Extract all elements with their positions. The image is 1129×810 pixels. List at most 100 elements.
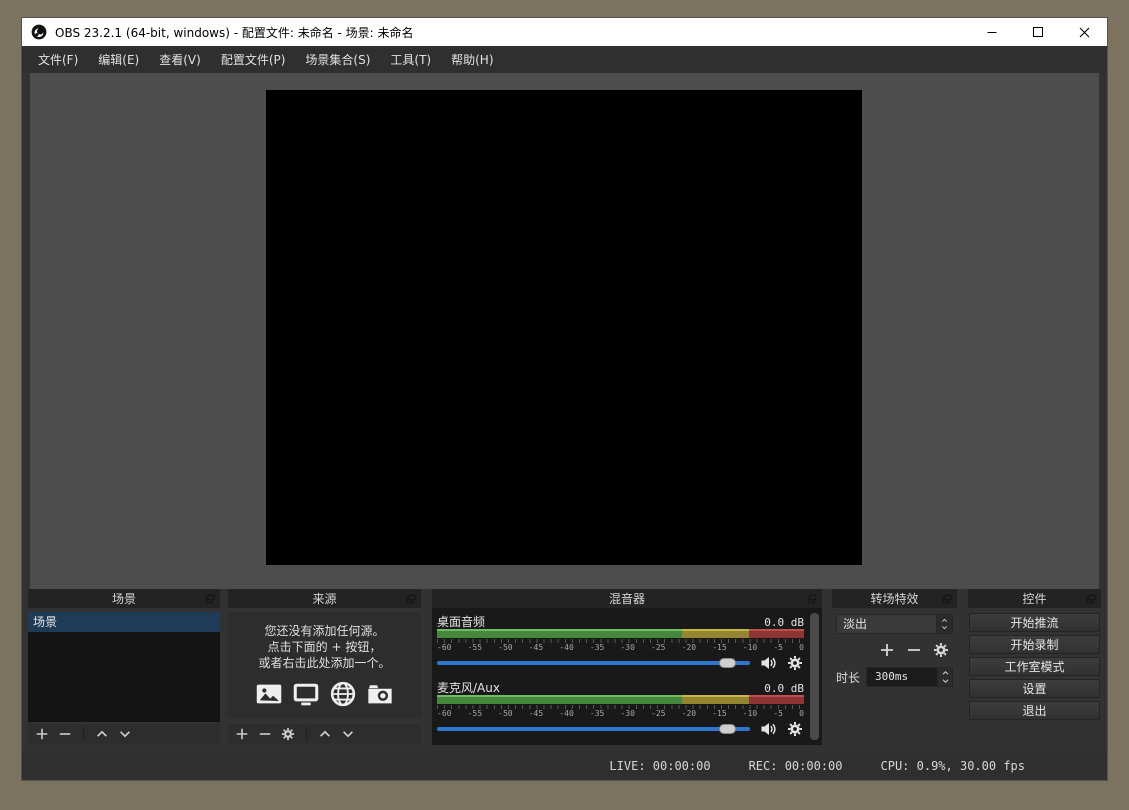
mute-toggle-button[interactable] bbox=[759, 654, 777, 672]
transition-properties-button[interactable] bbox=[933, 642, 949, 658]
move-scene-down-button[interactable] bbox=[117, 726, 133, 742]
tick-label: 0 bbox=[799, 709, 804, 718]
volume-slider[interactable] bbox=[437, 654, 750, 672]
start-recording-button[interactable]: 开始录制 bbox=[969, 635, 1100, 654]
mixer-body: 桌面音频 0.0 dB -60-55-50-45-40-35-30-25-20-… bbox=[432, 608, 822, 745]
tick-label: -35 bbox=[590, 709, 604, 718]
transitions-panel-header[interactable]: 转场特效 bbox=[832, 589, 957, 608]
audio-source-name: 桌面音频 bbox=[437, 613, 485, 630]
minimize-icon bbox=[986, 26, 998, 38]
sources-empty-line: 点击下面的 + 按钮， bbox=[268, 639, 382, 655]
move-scene-up-button[interactable] bbox=[94, 726, 110, 742]
slider-track bbox=[437, 727, 750, 731]
add-transition-button[interactable] bbox=[879, 642, 895, 658]
controls-panel-header[interactable]: 控件 bbox=[968, 589, 1101, 608]
duration-spinner[interactable] bbox=[938, 667, 953, 687]
float-panel-icon[interactable] bbox=[806, 593, 818, 605]
meter-red-segment bbox=[749, 695, 804, 704]
plus-icon bbox=[35, 727, 49, 741]
audio-settings-button[interactable] bbox=[786, 654, 804, 672]
chevron-up-icon bbox=[941, 669, 950, 677]
move-source-down-button[interactable] bbox=[340, 726, 356, 742]
audio-source-name: 麦克风/Aux bbox=[437, 679, 500, 696]
meter-red-segment bbox=[749, 629, 804, 638]
preview-canvas[interactable] bbox=[30, 73, 1099, 589]
float-panel-icon[interactable] bbox=[941, 593, 953, 605]
controls-panel-title: 控件 bbox=[1022, 590, 1046, 607]
mixer-panel-header[interactable]: 混音器 bbox=[432, 589, 822, 608]
mixer-channel-mic-aux: 麦克风/Aux 0.0 dB -60-55-50-45-40-35-30-25-… bbox=[437, 679, 804, 738]
menu-tools[interactable]: 工具(T) bbox=[380, 46, 441, 73]
status-bar: LIVE: 00:00:00 REC: 00:00:00 CPU: 0.9%, … bbox=[22, 753, 1107, 779]
tick-label: -5 bbox=[773, 709, 783, 718]
tick-label: -20 bbox=[682, 643, 696, 652]
rec-time: REC: 00:00:00 bbox=[749, 759, 843, 773]
title-bar: OBS 23.2.1 (64-bit, windows) - 配置文件: 未命名… bbox=[22, 18, 1107, 46]
maximize-button[interactable] bbox=[1015, 18, 1061, 46]
menu-help[interactable]: 帮助(H) bbox=[441, 46, 503, 73]
transition-select[interactable]: 淡出 bbox=[836, 614, 953, 634]
tick-label: -60 bbox=[437, 709, 451, 718]
float-panel-icon[interactable] bbox=[405, 593, 417, 605]
add-scene-button[interactable] bbox=[34, 726, 50, 742]
close-button[interactable] bbox=[1061, 18, 1107, 46]
scenes-panel-header[interactable]: 场景 bbox=[28, 589, 220, 608]
sources-panel-title: 来源 bbox=[312, 590, 336, 607]
float-panel-icon[interactable] bbox=[204, 593, 216, 605]
scene-list-item[interactable]: 场景 bbox=[28, 612, 220, 632]
remove-scene-button[interactable] bbox=[57, 726, 73, 742]
scene-list[interactable]: 场景 bbox=[28, 612, 220, 722]
speaker-icon bbox=[760, 721, 776, 737]
slider-track bbox=[437, 661, 750, 665]
tick-label: -25 bbox=[651, 709, 665, 718]
slider-handle[interactable] bbox=[719, 658, 736, 668]
menu-scene-collection[interactable]: 场景集合(S) bbox=[295, 46, 380, 73]
chevron-down-icon bbox=[118, 727, 132, 741]
obs-logo-icon bbox=[31, 24, 47, 40]
combo-spinner[interactable] bbox=[937, 614, 953, 634]
scenes-toolbar bbox=[28, 724, 220, 744]
float-panel-icon[interactable] bbox=[1085, 593, 1097, 605]
mixer-scrollbar[interactable] bbox=[810, 613, 819, 740]
duration-spinbox[interactable]: 300ms bbox=[866, 667, 953, 687]
meter-yellow-segment bbox=[682, 695, 749, 704]
tick-label: -25 bbox=[651, 643, 665, 652]
menu-profile[interactable]: 配置文件(P) bbox=[211, 46, 296, 73]
transitions-panel-title: 转场特效 bbox=[870, 590, 918, 607]
speaker-icon bbox=[760, 655, 776, 671]
toolbar-divider bbox=[83, 727, 84, 741]
exit-button[interactable]: 退出 bbox=[969, 701, 1100, 720]
transition-selected-value: 淡出 bbox=[836, 614, 937, 634]
slider-handle[interactable] bbox=[719, 724, 736, 734]
audio-settings-button[interactable] bbox=[786, 720, 804, 738]
chevron-down-icon bbox=[341, 727, 355, 741]
sources-toolbar bbox=[228, 724, 421, 744]
mute-toggle-button[interactable] bbox=[759, 720, 777, 738]
tick-label: -15 bbox=[712, 643, 726, 652]
menu-edit[interactable]: 编辑(E) bbox=[88, 46, 149, 73]
duration-value[interactable]: 300ms bbox=[866, 667, 938, 687]
studio-mode-button[interactable]: 工作室模式 bbox=[969, 657, 1100, 676]
audio-level-db: 0.0 dB bbox=[764, 682, 804, 695]
plus-icon bbox=[879, 642, 895, 658]
menu-file[interactable]: 文件(F) bbox=[28, 46, 88, 73]
start-streaming-button[interactable]: 开始推流 bbox=[969, 613, 1100, 632]
volume-slider[interactable] bbox=[437, 720, 750, 738]
sources-panel-header[interactable]: 来源 bbox=[228, 589, 421, 608]
remove-source-button[interactable] bbox=[257, 726, 273, 742]
move-source-up-button[interactable] bbox=[317, 726, 333, 742]
transitions-toolbar bbox=[836, 642, 953, 658]
mixer-panel-title: 混音器 bbox=[609, 590, 645, 607]
add-source-button[interactable] bbox=[234, 726, 250, 742]
menu-view[interactable]: 查看(V) bbox=[149, 46, 211, 73]
settings-button[interactable]: 设置 bbox=[969, 679, 1100, 698]
minimize-button[interactable] bbox=[969, 18, 1015, 46]
video-preview[interactable] bbox=[266, 90, 862, 565]
camera-icon bbox=[366, 680, 394, 708]
source-properties-button[interactable] bbox=[280, 726, 296, 742]
tick-label: -60 bbox=[437, 643, 451, 652]
sources-empty-state[interactable]: 您还没有添加任何源。 点击下面的 + 按钮， 或者右击此处添加一个。 bbox=[228, 612, 421, 718]
remove-transition-button[interactable] bbox=[906, 642, 922, 658]
chevron-down-icon bbox=[940, 624, 949, 631]
tick-label: -45 bbox=[529, 643, 543, 652]
